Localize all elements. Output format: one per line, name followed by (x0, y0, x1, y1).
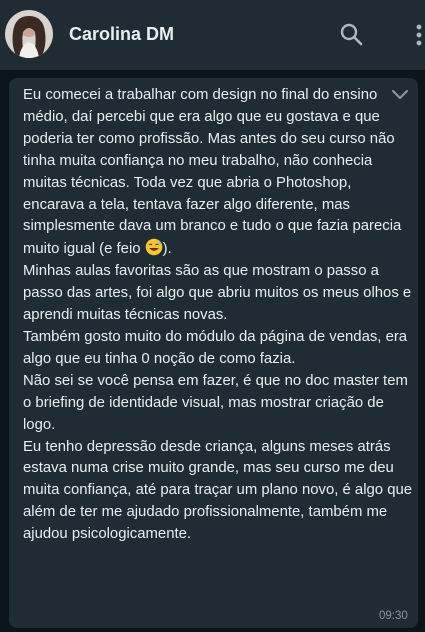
message-text-part: Eu comecei a trabalhar com design no fin… (23, 87, 402, 258)
sweat-smile-emoji (145, 238, 163, 256)
message-paragraph: Não sei se você pensa em fazer, é que no… (23, 372, 408, 433)
avatar[interactable] (5, 10, 53, 58)
message-paragraph: Eu comecei a trabalhar com design no fin… (23, 85, 415, 261)
more-vert-icon[interactable] (412, 22, 425, 50)
message-text-part: ). (162, 241, 172, 258)
message-paragraph: Eu tenho depressão desde criança, alguns… (23, 438, 413, 543)
contact-name[interactable]: Carolina DM (69, 24, 174, 45)
message-timestamp: 09:30 (379, 610, 408, 622)
search-icon[interactable] (339, 22, 365, 48)
message-text: Eu comecei a trabalhar com design no fin… (23, 85, 415, 546)
chat-header: Carolina DM (0, 0, 425, 70)
message-paragraph: Minhas aulas favoritas são as que mostra… (23, 263, 412, 324)
message-bubble[interactable]: Eu comecei a trabalhar com design no fin… (9, 78, 418, 628)
message-paragraph: Também gosto muito do módulo da página d… (23, 328, 408, 367)
